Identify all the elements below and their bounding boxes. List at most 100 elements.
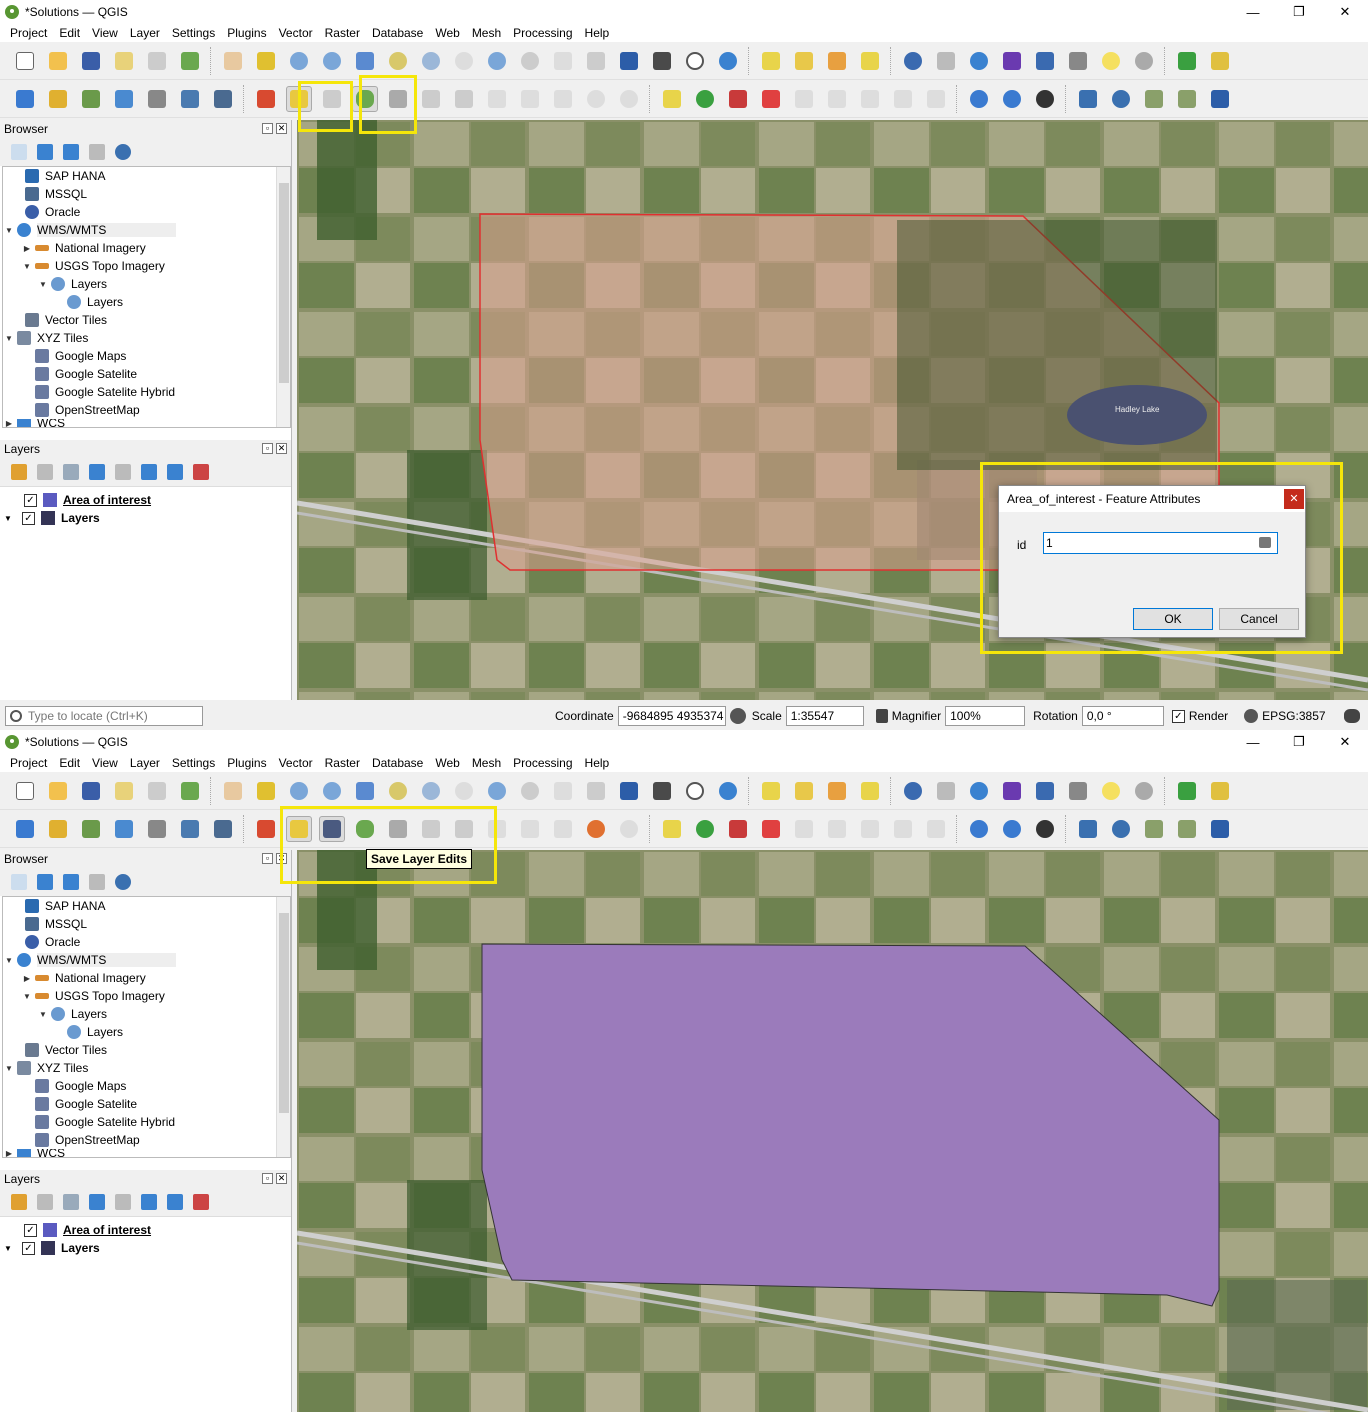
- clear-field-icon[interactable]: [1259, 537, 1271, 548]
- refresh-icon[interactable]: [715, 778, 741, 804]
- save-as-button[interactable]: [111, 778, 137, 804]
- processing-toolbox-icon[interactable]: [1174, 778, 1200, 804]
- locator-icon[interactable]: [1131, 778, 1157, 804]
- vertex-tool-icon[interactable]: [418, 816, 444, 842]
- browser-item-layers[interactable]: ▼ Layers: [3, 1005, 290, 1023]
- crs-globe-icon[interactable]: [1244, 709, 1259, 723]
- menu-layer[interactable]: Layer: [124, 26, 166, 40]
- chevron-down-icon[interactable]: ▼: [4, 1244, 16, 1253]
- label-abc-icon[interactable]: [659, 86, 685, 112]
- undo-icon[interactable]: [583, 86, 609, 112]
- move-label-icon[interactable]: [791, 86, 817, 112]
- select-location-icon[interactable]: [857, 778, 883, 804]
- browser-item-osm[interactable]: OpenStreetMap: [3, 401, 290, 419]
- layer-item-area-of-interest[interactable]: ✓ Area of interest: [0, 491, 291, 509]
- menu-help[interactable]: Help: [579, 26, 616, 40]
- chevron-down-icon[interactable]: ▼: [21, 262, 33, 271]
- browser-item-national-imagery[interactable]: ▶ National Imagery: [3, 239, 290, 257]
- print-layout-button[interactable]: [144, 48, 170, 74]
- save-as-button[interactable]: [111, 48, 137, 74]
- new-memory-layer-icon[interactable]: [144, 816, 170, 842]
- pan-hand-icon[interactable]: [220, 778, 246, 804]
- menu-plugins[interactable]: Plugins: [221, 756, 272, 770]
- highlight-label-icon[interactable]: [758, 86, 784, 112]
- zoom-in-icon[interactable]: [286, 48, 312, 74]
- save-project-button[interactable]: [78, 48, 104, 74]
- vertex-layer-icon[interactable]: [210, 86, 236, 112]
- float-icon[interactable]: ▫: [262, 1173, 273, 1184]
- add-polygon-feature-icon[interactable]: [351, 85, 378, 112]
- label-props-icon[interactable]: [923, 86, 949, 112]
- expression-filter-icon[interactable]: [115, 1194, 131, 1210]
- digitize-with-segment-icon[interactable]: [385, 816, 411, 842]
- add-group-icon[interactable]: [37, 1194, 53, 1210]
- browser-item-vector-tiles[interactable]: Vector Tiles: [3, 1041, 290, 1059]
- menu-layer[interactable]: Layer: [124, 756, 166, 770]
- add-wms-icon[interactable]: [966, 86, 992, 112]
- delete-selected-icon[interactable]: [451, 816, 477, 842]
- show-hide-label-icon[interactable]: [824, 86, 850, 112]
- paste-features-icon[interactable]: [550, 86, 576, 112]
- browser-item-osm[interactable]: OpenStreetMap: [3, 1131, 290, 1149]
- cut-features-icon[interactable]: [484, 816, 510, 842]
- measure-ruler-icon[interactable]: [1065, 48, 1091, 74]
- measure-ruler-icon[interactable]: [1065, 778, 1091, 804]
- menu-database[interactable]: Database: [366, 26, 429, 40]
- remove-layer-icon[interactable]: [193, 464, 209, 480]
- diagram-icon[interactable]: [692, 86, 718, 112]
- map-tips-icon[interactable]: [1098, 778, 1124, 804]
- statistics-sigma-icon[interactable]: [999, 778, 1025, 804]
- browser-item-national-imagery[interactable]: ▶ National Imagery: [3, 969, 290, 987]
- zoom-full-icon[interactable]: [352, 48, 378, 74]
- zoom-layer-icon[interactable]: [418, 48, 444, 74]
- expression-filter-icon[interactable]: [115, 464, 131, 480]
- current-edits-icon[interactable]: [253, 816, 279, 842]
- visibility-eye-icon[interactable]: [63, 1194, 79, 1210]
- browser-item-wms[interactable]: ▼ WMS/WMTS: [3, 951, 290, 969]
- lock-icon[interactable]: [875, 709, 888, 723]
- browser-item-layers[interactable]: ▼ Layers: [3, 275, 290, 293]
- deselect-icon[interactable]: [824, 48, 850, 74]
- plugin-icon[interactable]: [1207, 48, 1233, 74]
- menu-vector[interactable]: Vector: [273, 26, 319, 40]
- menu-vector[interactable]: Vector: [273, 756, 319, 770]
- help-icon[interactable]: [1207, 816, 1233, 842]
- menu-project[interactable]: Project: [4, 26, 53, 40]
- attribute-table-icon[interactable]: [933, 48, 959, 74]
- zoom-out-icon[interactable]: [319, 778, 345, 804]
- cut-features-icon[interactable]: [484, 86, 510, 112]
- browser-item-google-maps[interactable]: Google Maps: [3, 1077, 290, 1095]
- zoom-native-icon[interactable]: [451, 778, 477, 804]
- extents-icon[interactable]: [729, 708, 746, 724]
- digitize-with-segment-icon[interactable]: [385, 86, 411, 112]
- menu-database[interactable]: Database: [366, 756, 429, 770]
- browser-item-google-maps[interactable]: Google Maps: [3, 347, 290, 365]
- label-props-icon[interactable]: [923, 816, 949, 842]
- browser-item-sap-hana[interactable]: SAP HANA: [3, 897, 290, 915]
- new-spatialite-icon[interactable]: [111, 86, 137, 112]
- vertex-layer-icon[interactable]: [210, 816, 236, 842]
- statistics-sigma-icon[interactable]: [999, 48, 1025, 74]
- help-icon[interactable]: [1207, 86, 1233, 112]
- menu-processing[interactable]: Processing: [507, 756, 578, 770]
- attribute-table-icon[interactable]: [933, 778, 959, 804]
- show-bookmarks-icon[interactable]: [649, 48, 675, 74]
- undo-icon[interactable]: [583, 816, 609, 842]
- rotation-field[interactable]: 0,0 °: [1081, 706, 1164, 726]
- menu-raster[interactable]: Raster: [319, 26, 366, 40]
- copy-features-icon[interactable]: [517, 816, 543, 842]
- filter-legend-icon[interactable]: [89, 1194, 105, 1210]
- zoom-layer-icon[interactable]: [418, 778, 444, 804]
- layer-item-layers[interactable]: ▼ ✓ Layers: [0, 1239, 291, 1257]
- temporal-clock-icon[interactable]: [682, 778, 708, 804]
- chevron-down-icon[interactable]: ▼: [3, 1064, 15, 1073]
- crs-label[interactable]: EPSG:3857: [1262, 709, 1325, 723]
- redo-icon[interactable]: [616, 86, 642, 112]
- filter-legend-icon[interactable]: [89, 464, 105, 480]
- new-memory-layer-icon[interactable]: [144, 86, 170, 112]
- id-field-input[interactable]: 1: [1043, 532, 1278, 554]
- new-3d-view-icon[interactable]: [583, 48, 609, 74]
- restore-button[interactable]: ❐: [1276, 0, 1322, 24]
- add-wfs-icon[interactable]: [999, 816, 1025, 842]
- expand-all-icon[interactable]: [141, 1194, 157, 1210]
